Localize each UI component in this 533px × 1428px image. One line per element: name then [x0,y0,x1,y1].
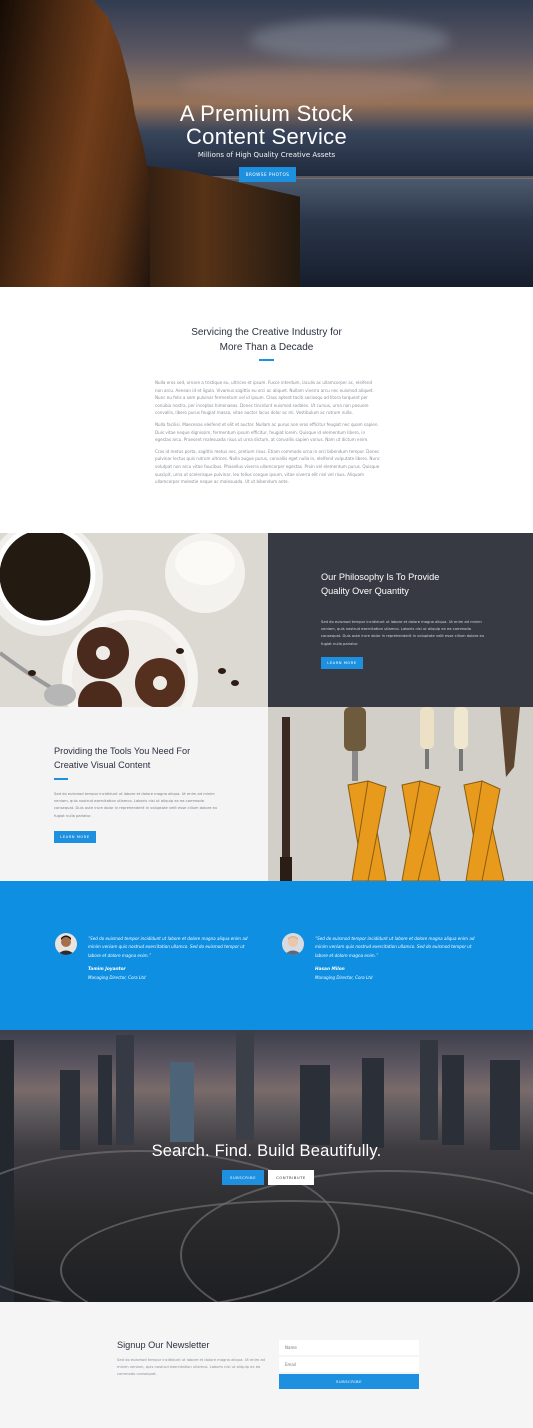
philosophy-learn-more-button[interactable]: LEARN MORE [321,657,363,669]
testimonial-quote: “Sed do euismod tempor incididunt ut lab… [315,936,475,958]
about-body: Nulla eros sed, ornare a tristique eu, u… [155,379,380,490]
tools-panel: Providing the Tools You Need For Creative… [0,707,268,881]
tools-text: Sed do euismod tempor incididunt ut labo… [54,792,218,818]
tools-divider [54,778,68,780]
city-building [170,1062,194,1142]
contribute-button[interactable]: CONTRIBUTE [268,1170,314,1185]
newsletter-subscribe-button[interactable]: SUBSCRIBE [279,1374,419,1389]
city-building [98,1055,112,1145]
about-title-line2: More Than a Decade [219,342,314,353]
philosophy-panel: Our Philosophy Is To Provide Quality Over… [268,533,533,707]
city-title: Search. Find. Build Beautifully. [151,1142,382,1160]
tools-title: Providing the Tools You Need For Creative… [54,744,244,772]
newsletter-section: Signup Our Newsletter Sed do euismod tem… [0,1302,533,1428]
hero-title-line1: A Premium Stock [179,101,354,126]
tools-title-line1: Providing the Tools You Need For [54,746,191,756]
avatar-person-icon [55,933,77,955]
hero-subtitle: Millions of High Quality Creative Assets [197,151,336,159]
newsletter-text: Sed do euismod tempor incididunt ut labo… [117,1358,266,1377]
city-building [60,1070,80,1150]
philosophy-title-line2: Quality Over Quantity [321,586,409,596]
philosophy-section: Our Philosophy Is To Provide Quality Over… [0,533,533,707]
about-paragraph: Cras id metus porta, sagittis metus nec,… [155,448,380,485]
coffee-donuts-illustration [0,533,268,707]
about-divider [259,359,274,361]
hero-section: A Premium Stock Content Service Millions … [0,0,533,287]
avatar-person-icon [282,933,304,955]
browse-photos-button[interactable]: BROWSE PHOTOS [239,167,296,182]
philosophy-title-line1: Our Philosophy Is To Provide [321,572,440,582]
tools-title-line2: Creative Visual Content [54,760,151,770]
about-paragraph: Nulla eros sed, ornare a tristique eu, u… [155,380,374,416]
philosophy-text: Sed do euismod tempor incididunt ut labo… [321,620,485,646]
testimonial-role: Managing Director, Cora Ltd [88,975,146,980]
city-building [300,1065,330,1145]
city-building [116,1035,134,1145]
city-cta-section: Search. Find. Build Beautifully. SUBSCRI… [0,1030,533,1302]
name-field[interactable]: Name [279,1340,419,1355]
city-building [362,1058,384,1148]
coffee-donuts-image [0,533,268,707]
avatar [282,933,304,955]
city-building [490,1060,520,1150]
email-field[interactable]: Email [279,1357,419,1372]
about-title-line1: Servicing the Creative Industry for [191,327,342,338]
philosophy-title: Our Philosophy Is To Provide Quality Over… [321,570,501,598]
city-building [442,1055,464,1145]
testimonial-quote: “Sed do euismod tempor incididunt ut lab… [88,936,248,958]
tools-illustration [268,707,533,881]
testimonial-name: Tamim Joyantor [88,967,126,972]
hero-title: A Premium Stock Content Service [0,102,533,148]
testimonial-name: Hasan Milon [315,967,345,972]
tools-section: Providing the Tools You Need For Creative… [0,707,533,881]
testimonial-role: Managing Director, Cora Ltd [315,975,373,980]
city-building [420,1040,438,1140]
about-title: Servicing the Creative Industry for More … [0,325,533,355]
testimonials-section: “Sed do euismod tempor incididunt ut lab… [0,881,533,1030]
hero-title-line2: Content Service [185,124,348,149]
subscribe-button[interactable]: SUBSCRIBE [222,1170,264,1185]
city-building [236,1030,254,1140]
about-paragraph: Nulla facilisi. Maecenas eleifend et eli… [155,421,379,443]
tools-image [268,707,533,881]
about-section: Servicing the Creative Industry for More … [0,287,533,533]
avatar [55,933,77,955]
newsletter-title: Signup Our Newsletter [117,1340,210,1350]
tools-learn-more-button[interactable]: LEARN MORE [54,831,96,843]
